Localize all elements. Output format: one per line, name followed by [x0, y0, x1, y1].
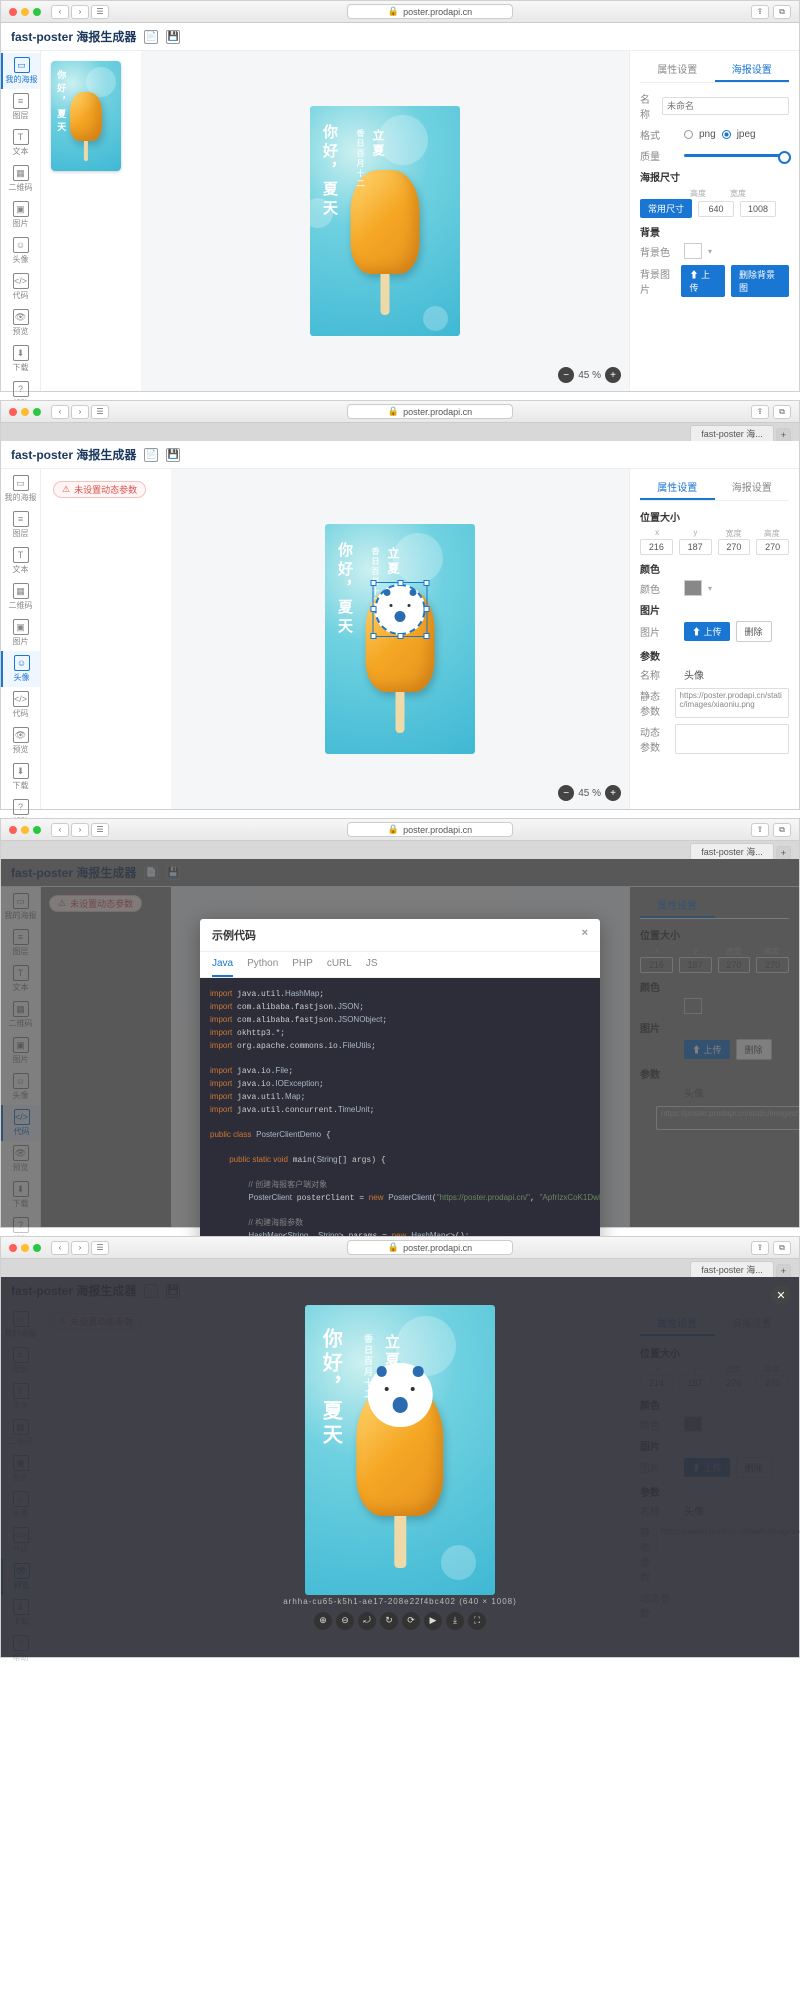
nav-sidebar[interactable]: ☰ — [91, 5, 109, 19]
poster-canvas[interactable]: 你好，夏天 香日百月十二 立夏 — [325, 524, 475, 754]
right-panel: 属性设置 海报设置 名称 格式 png jpeg 质量 海报尺寸 高度宽度 常用… — [629, 51, 799, 391]
zoom-controls: − 45 % + — [558, 367, 621, 383]
sidebar-item-myposters[interactable]: ▭我的海报 — [1, 471, 40, 507]
radio-png[interactable] — [684, 130, 693, 139]
sidebar-item-download[interactable]: ⬇下载 — [1, 341, 40, 377]
modal-close[interactable]: × — [582, 927, 588, 943]
poster-thumbnail[interactable]: 你好，夏天 — [51, 61, 121, 171]
section-size: 海报尺寸 — [640, 169, 789, 184]
quality-slider[interactable] — [684, 154, 789, 157]
code-tab-python[interactable]: Python — [247, 952, 278, 977]
lb-rotate-l[interactable]: ↻ — [380, 1612, 398, 1630]
param-name: 头像 — [684, 667, 704, 682]
tab-attr[interactable]: 属性设置 — [640, 57, 715, 82]
save-icon[interactable]: 💾 — [166, 30, 180, 44]
poster-text-sub: 香日百月十二 — [355, 129, 366, 189]
code-tab-js[interactable]: JS — [366, 952, 378, 977]
width-input[interactable]: 1008 — [740, 201, 776, 217]
sidebar-item-myposters[interactable]: ▭我的海报 — [1, 53, 40, 89]
new-file-icon[interactable]: 📄 — [144, 30, 158, 44]
sidebar-item-preview[interactable]: 👁预览 — [1, 305, 40, 341]
poster-text-title: 立夏 — [370, 129, 387, 159]
lb-reset[interactable]: ⤾ — [358, 1612, 376, 1630]
lb-download[interactable]: ⤓ — [446, 1612, 464, 1630]
w-input[interactable]: 270 — [718, 539, 751, 555]
x-input[interactable]: 216 — [640, 539, 673, 555]
share-icon[interactable]: ⇪ — [751, 5, 769, 19]
radio-jpeg[interactable] — [722, 130, 731, 139]
lightbox-info: arhha-cu65-k5h1-ae17-208e22f4bc402 (640 … — [283, 1597, 517, 1606]
zoom-out[interactable]: − — [558, 367, 574, 383]
lb-fullscreen[interactable]: ⛶ — [468, 1612, 486, 1630]
zoom-level: 45 % — [578, 370, 601, 381]
warning-chip: ⚠ 未设置动态参数 — [53, 481, 146, 498]
delete-img-button[interactable]: 删除 — [736, 621, 772, 642]
static-param-input[interactable]: https://poster.prodapi.cn/static/images/… — [675, 688, 789, 718]
poster-canvas[interactable]: 你好，夏天 香日百月十二 立夏 — [310, 106, 460, 336]
code-tab-java[interactable]: Java — [212, 952, 233, 977]
preset-size-button[interactable]: 常用尺寸 — [640, 199, 692, 218]
new-tab[interactable]: + — [776, 428, 791, 441]
sidebar-item-image[interactable]: ▣图片 — [1, 197, 40, 233]
sidebar-item-layers[interactable]: ≡图层 — [1, 89, 40, 125]
nav-back[interactable]: ‹ — [51, 5, 69, 19]
screenshot-2: ‹›☰ 🔒poster.prodapi.cn ⇪⧉ fast-poster 海.… — [0, 400, 800, 810]
lightbox-toolbar: ⊕ ⊖ ⤾ ↻ ⟳ ▶ ⤓ ⛶ — [314, 1612, 486, 1630]
dynamic-param-input[interactable] — [675, 724, 789, 754]
screenshot-3: ‹›☰ 🔒poster.prodapi.cn ⇪⧉ fast-poster 海.… — [0, 818, 800, 1228]
lb-zoom-in[interactable]: ⊕ — [314, 1612, 332, 1630]
modal-overlay[interactable]: 示例代码× Java Python PHP cURL JS import jav… — [1, 859, 799, 1227]
avatar-element[interactable] — [375, 584, 426, 635]
browser-chrome: ‹›☰ 🔒poster.prodapi.cn ⇪⧉ — [1, 401, 799, 423]
sidebar-item-avatar[interactable]: ☺头像 — [1, 651, 40, 687]
upload-bg-button[interactable]: ⬆ 上传 — [681, 265, 725, 297]
canvas[interactable]: 你好，夏天 香日百月十二 立夏 − 45 % + — [141, 51, 629, 391]
lightbox-close[interactable]: ✕ — [771, 1285, 791, 1305]
bgcolor-swatch[interactable] — [684, 243, 702, 259]
color-swatch[interactable] — [684, 580, 702, 596]
browser-tab[interactable]: fast-poster 海... — [690, 425, 774, 441]
preview-lightbox[interactable]: ✕ 你好，夏天 香日百月十二 立夏 arhha-cu65-k5h1-ae17-2… — [1, 1277, 799, 1657]
zoom-in[interactable]: + — [605, 367, 621, 383]
address-bar[interactable]: 🔒poster.prodapi.cn — [347, 4, 513, 19]
lb-play[interactable]: ▶ — [424, 1612, 442, 1630]
lb-zoom-out[interactable]: ⊖ — [336, 1612, 354, 1630]
h-input[interactable]: 270 — [756, 539, 789, 555]
modal-title: 示例代码 — [212, 927, 256, 943]
tab-poster[interactable]: 海报设置 — [715, 57, 790, 82]
sidebar-item-avatar[interactable]: ☺头像 — [1, 233, 40, 269]
code-tab-php[interactable]: PHP — [292, 952, 313, 977]
preview-poster: 你好，夏天 香日百月十二 立夏 — [305, 1305, 495, 1595]
sidebar-item-code[interactable]: </>代码 — [1, 269, 40, 305]
app-title: fast-poster 海报生成器 — [11, 28, 136, 45]
nav-fwd[interactable]: › — [71, 5, 89, 19]
tabs-icon[interactable]: ⧉ — [773, 5, 791, 19]
browser-chrome: ‹ › ☰ 🔒poster.prodapi.cn ⇪ ⧉ — [1, 1, 799, 23]
height-input[interactable]: 640 — [698, 201, 734, 217]
screenshot-4: ‹›☰ 🔒poster.prodapi.cn ⇪⧉ fast-poster 海.… — [0, 1236, 800, 1658]
y-input[interactable]: 187 — [679, 539, 712, 555]
screenshot-1: ‹ › ☰ 🔒poster.prodapi.cn ⇪ ⧉ fast-poster… — [0, 0, 800, 392]
sidebar-item-qrcode[interactable]: ▦二维码 — [1, 161, 40, 197]
sidebar: ▭我的海报 ≡图层 T文本 ▦二维码 ▣图片 ☺头像 </>代码 👁预览 ⬇下载… — [1, 51, 41, 391]
thumbnail-column: 你好，夏天 — [41, 51, 141, 391]
lb-rotate-r[interactable]: ⟳ — [402, 1612, 420, 1630]
name-input[interactable] — [662, 97, 789, 115]
address-bar[interactable]: 🔒poster.prodapi.cn — [347, 404, 513, 419]
sidebar-item-text[interactable]: T文本 — [1, 125, 40, 161]
code-tab-curl[interactable]: cURL — [327, 952, 352, 977]
remove-bg-button[interactable]: 删除背景图 — [731, 265, 789, 297]
poster-text-main: 你好，夏天 — [319, 124, 340, 219]
app-header: fast-poster 海报生成器 📄 💾 — [1, 23, 799, 51]
section-bg: 背景 — [640, 224, 789, 239]
upload-img-button[interactable]: ⬆ 上传 — [684, 622, 730, 641]
